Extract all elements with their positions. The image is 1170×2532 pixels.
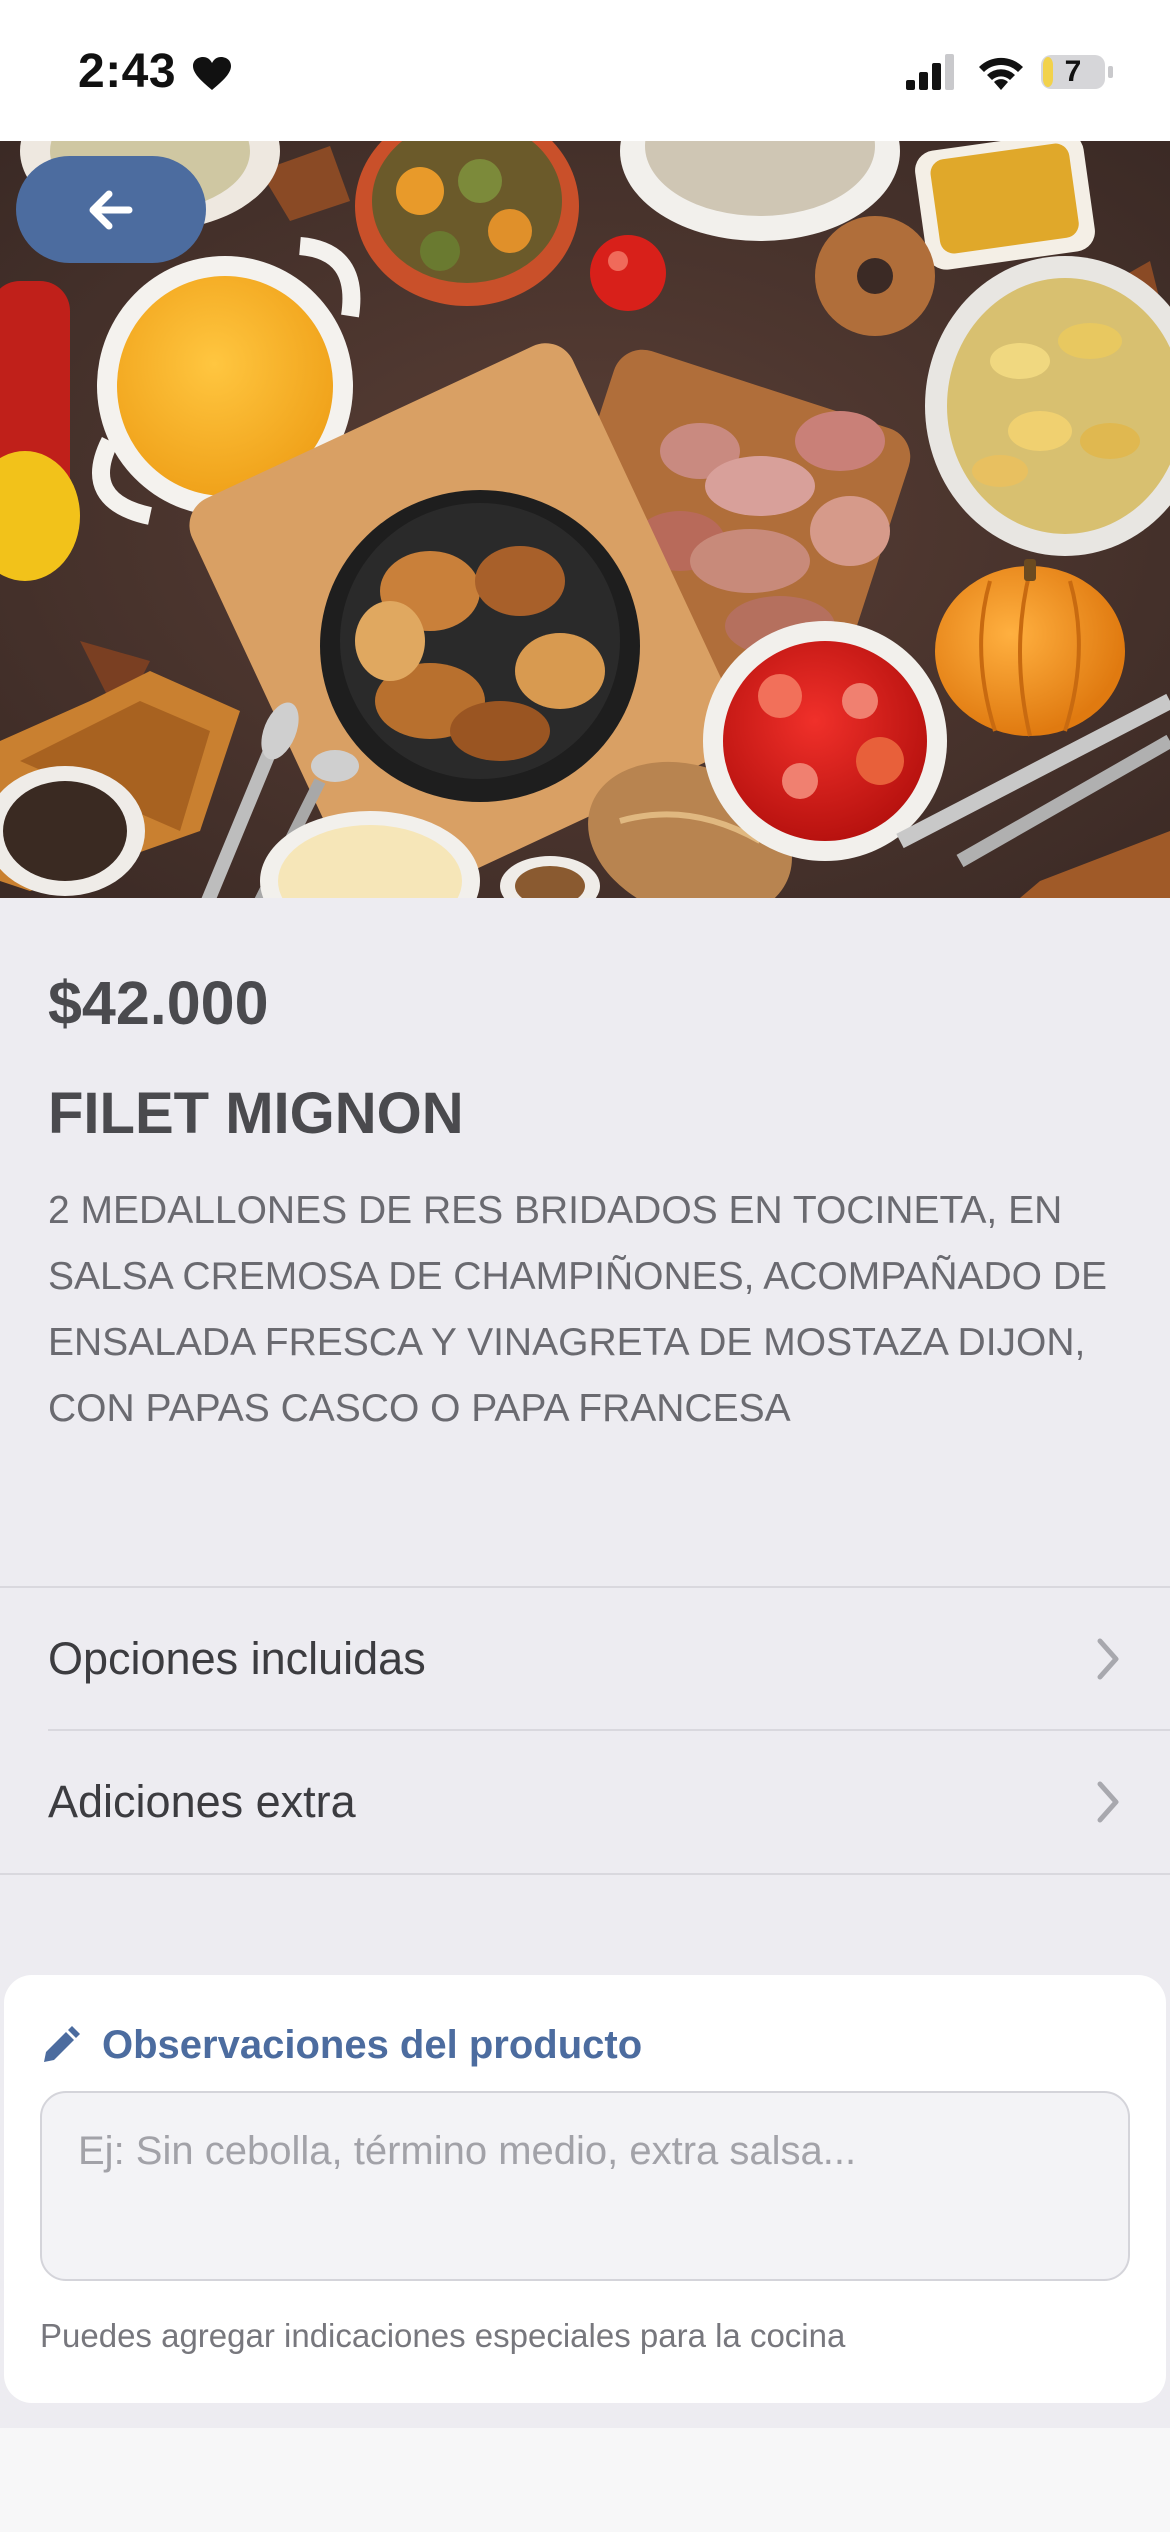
back-button[interactable] [16,156,206,263]
option-row-label: Adiciones extra [48,1776,356,1827]
pencil-icon [44,2025,80,2062]
bottom-bar [0,2428,1170,2532]
observations-title: Observaciones del producto [102,2023,643,2067]
observations-input[interactable] [40,2091,1130,2281]
product-price: $42.000 [48,969,269,1037]
observations-header: Observaciones del producto [40,2023,642,2068]
back-arrow-icon [89,190,133,229]
heart-icon [193,57,231,90]
option-row-included[interactable]: Opciones incluidas [0,1588,1170,1730]
chevron-right-icon [1097,1638,1119,1680]
product-description: 2 MEDALLONES DE RES BRIDADOS EN TOCINETA… [48,1189,1108,1430]
status-bar: 2:43 7 [0,0,1170,141]
divider [0,1873,1170,1875]
cellular-signal-icon [906,54,954,90]
observations-hint: Puedes agregar indicaciones especiales p… [40,2317,846,2354]
option-row-label: Opciones incluidas [48,1633,426,1684]
observations-card: Observaciones del producto Puedes agrega… [4,1975,1166,2403]
wifi-icon [979,57,1023,90]
battery-level: 7 [1064,55,1082,88]
option-row-extras[interactable]: Adiciones extra [0,1731,1170,1873]
product-name: FILET MIGNON [48,1081,464,1146]
status-time: 2:43 [78,45,177,98]
chevron-right-icon [1097,1781,1119,1823]
